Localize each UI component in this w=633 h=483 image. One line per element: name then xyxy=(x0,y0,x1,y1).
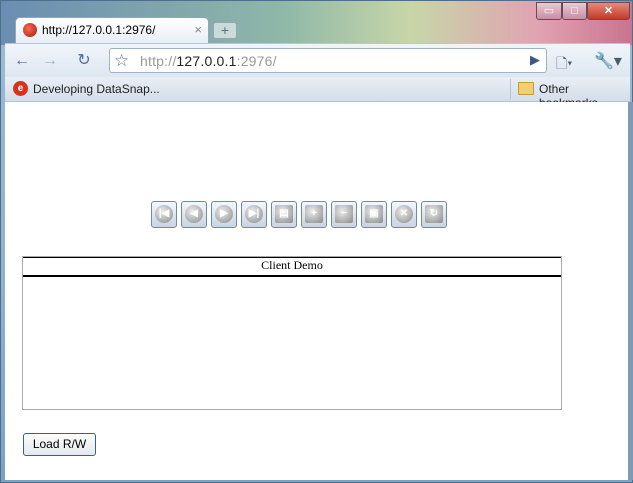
bookmark-divider xyxy=(510,79,511,99)
tab-close-icon[interactable]: × xyxy=(194,22,202,37)
maximize-button[interactable]: □ xyxy=(562,2,587,20)
refresh-records-icon: ↻ xyxy=(425,205,443,223)
insert-record-button[interactable]: ▤ xyxy=(271,201,297,228)
delete-record-button[interactable]: − xyxy=(331,201,357,228)
browser-window: http://127.0.0.1:2976/ × + ▭ □ ✕ ← → ↻ ☆… xyxy=(0,0,633,483)
reload-button[interactable]: ↻ xyxy=(73,50,95,72)
close-window-button[interactable]: ✕ xyxy=(587,2,630,20)
load-rw-button[interactable]: Load R/W xyxy=(23,433,96,456)
client-demo-grid: Client Demo xyxy=(22,256,562,410)
go-icon[interactable]: ▶ xyxy=(530,52,540,68)
add-record-icon: + xyxy=(305,205,323,223)
folder-icon xyxy=(518,82,534,95)
page-content: |◀ ◀ ▶ ▶| ▤ + − ▣ ✕ ↻ Client Demo Load R/W xyxy=(5,102,633,480)
next-record-button[interactable]: ▶ xyxy=(211,201,237,228)
add-record-button[interactable]: + xyxy=(301,201,327,228)
url-host: 127.0.0.1 xyxy=(176,53,237,69)
title-bar: http://127.0.0.1:2976/ × + ▭ □ ✕ xyxy=(1,1,632,45)
bookmark-developing-datasnap[interactable]: Developing DataSnap... xyxy=(33,82,160,96)
forward-button[interactable]: → xyxy=(39,50,61,72)
prior-record-icon: ◀ xyxy=(185,205,203,223)
prior-record-button[interactable]: ◀ xyxy=(181,201,207,228)
new-tab-button[interactable]: + xyxy=(213,22,237,39)
url-port-path: :2976/ xyxy=(236,53,277,69)
first-record-icon: |◀ xyxy=(155,205,173,223)
address-bar[interactable]: ☆ http://127.0.0.1:2976/ ▶ xyxy=(109,48,547,73)
browser-toolbar: ← → ↻ ☆ http://127.0.0.1:2976/ ▶ 🗋▾ 🔧▾ xyxy=(5,43,630,78)
page-menu-icon[interactable]: 🗋▾ xyxy=(556,53,572,77)
browser-tab[interactable]: http://127.0.0.1:2976/ × xyxy=(15,17,209,43)
scrollbar[interactable] xyxy=(628,102,633,480)
bookmarks-bar: e Developing DataSnap... Other bookmarks xyxy=(5,77,630,110)
favicon-icon xyxy=(23,23,37,37)
insert-record-icon: ▤ xyxy=(275,205,293,223)
post-record-button[interactable]: ▣ xyxy=(361,201,387,228)
url-scheme: http:// xyxy=(140,53,177,69)
last-record-icon: ▶| xyxy=(245,205,263,223)
cancel-record-icon: ✕ xyxy=(395,205,413,223)
first-record-button[interactable]: |◀ xyxy=(151,201,177,228)
bookmark-star-icon[interactable]: ☆ xyxy=(114,51,129,71)
grid-title: Client Demo xyxy=(23,257,561,277)
minimize-button[interactable]: ▭ xyxy=(536,2,562,20)
next-record-icon: ▶ xyxy=(215,205,233,223)
bookmark-favicon-icon: e xyxy=(13,81,28,96)
back-button[interactable]: ← xyxy=(11,50,33,72)
refresh-records-button[interactable]: ↻ xyxy=(421,201,447,228)
cancel-record-button[interactable]: ✕ xyxy=(391,201,417,228)
wrench-menu-icon[interactable]: 🔧▾ xyxy=(594,51,622,71)
delete-record-icon: − xyxy=(335,205,353,223)
last-record-button[interactable]: ▶| xyxy=(241,201,267,228)
url-text[interactable]: http://127.0.0.1:2976/ xyxy=(140,53,277,69)
tab-title: http://127.0.0.1:2976/ xyxy=(42,23,156,37)
post-record-icon: ▣ xyxy=(365,205,383,223)
